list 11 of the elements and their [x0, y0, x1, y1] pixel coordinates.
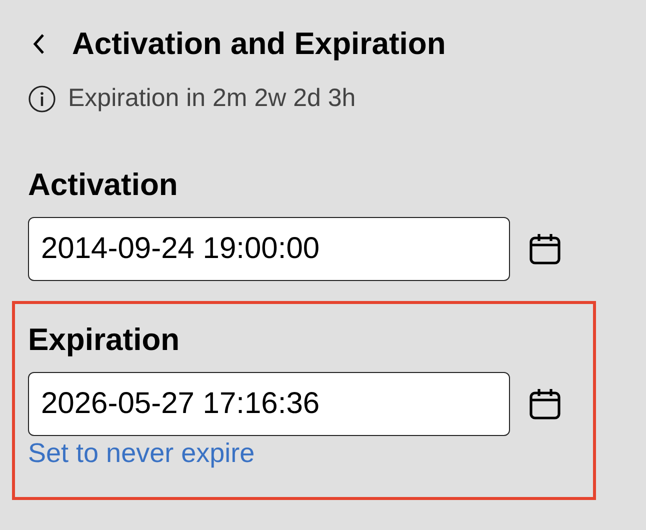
date-field[interactable]: 2026-05-27 17:16:36: [28, 372, 510, 436]
never-expire-link[interactable]: Set to never expire: [28, 438, 255, 469]
page-title: Activation and Expiration: [72, 26, 446, 62]
calendar-icon[interactable]: [528, 387, 562, 421]
date-field[interactable]: 2014-09-24 19:00:00: [28, 217, 510, 281]
info-icon: [28, 84, 56, 112]
section-label: Expiration: [28, 322, 181, 358]
section-label: Activation: [28, 167, 179, 203]
calendar-icon[interactable]: [528, 232, 562, 266]
expiration-info: Expiration in 2m 2w 2d 3h: [68, 84, 356, 113]
back-icon[interactable]: [32, 32, 46, 56]
